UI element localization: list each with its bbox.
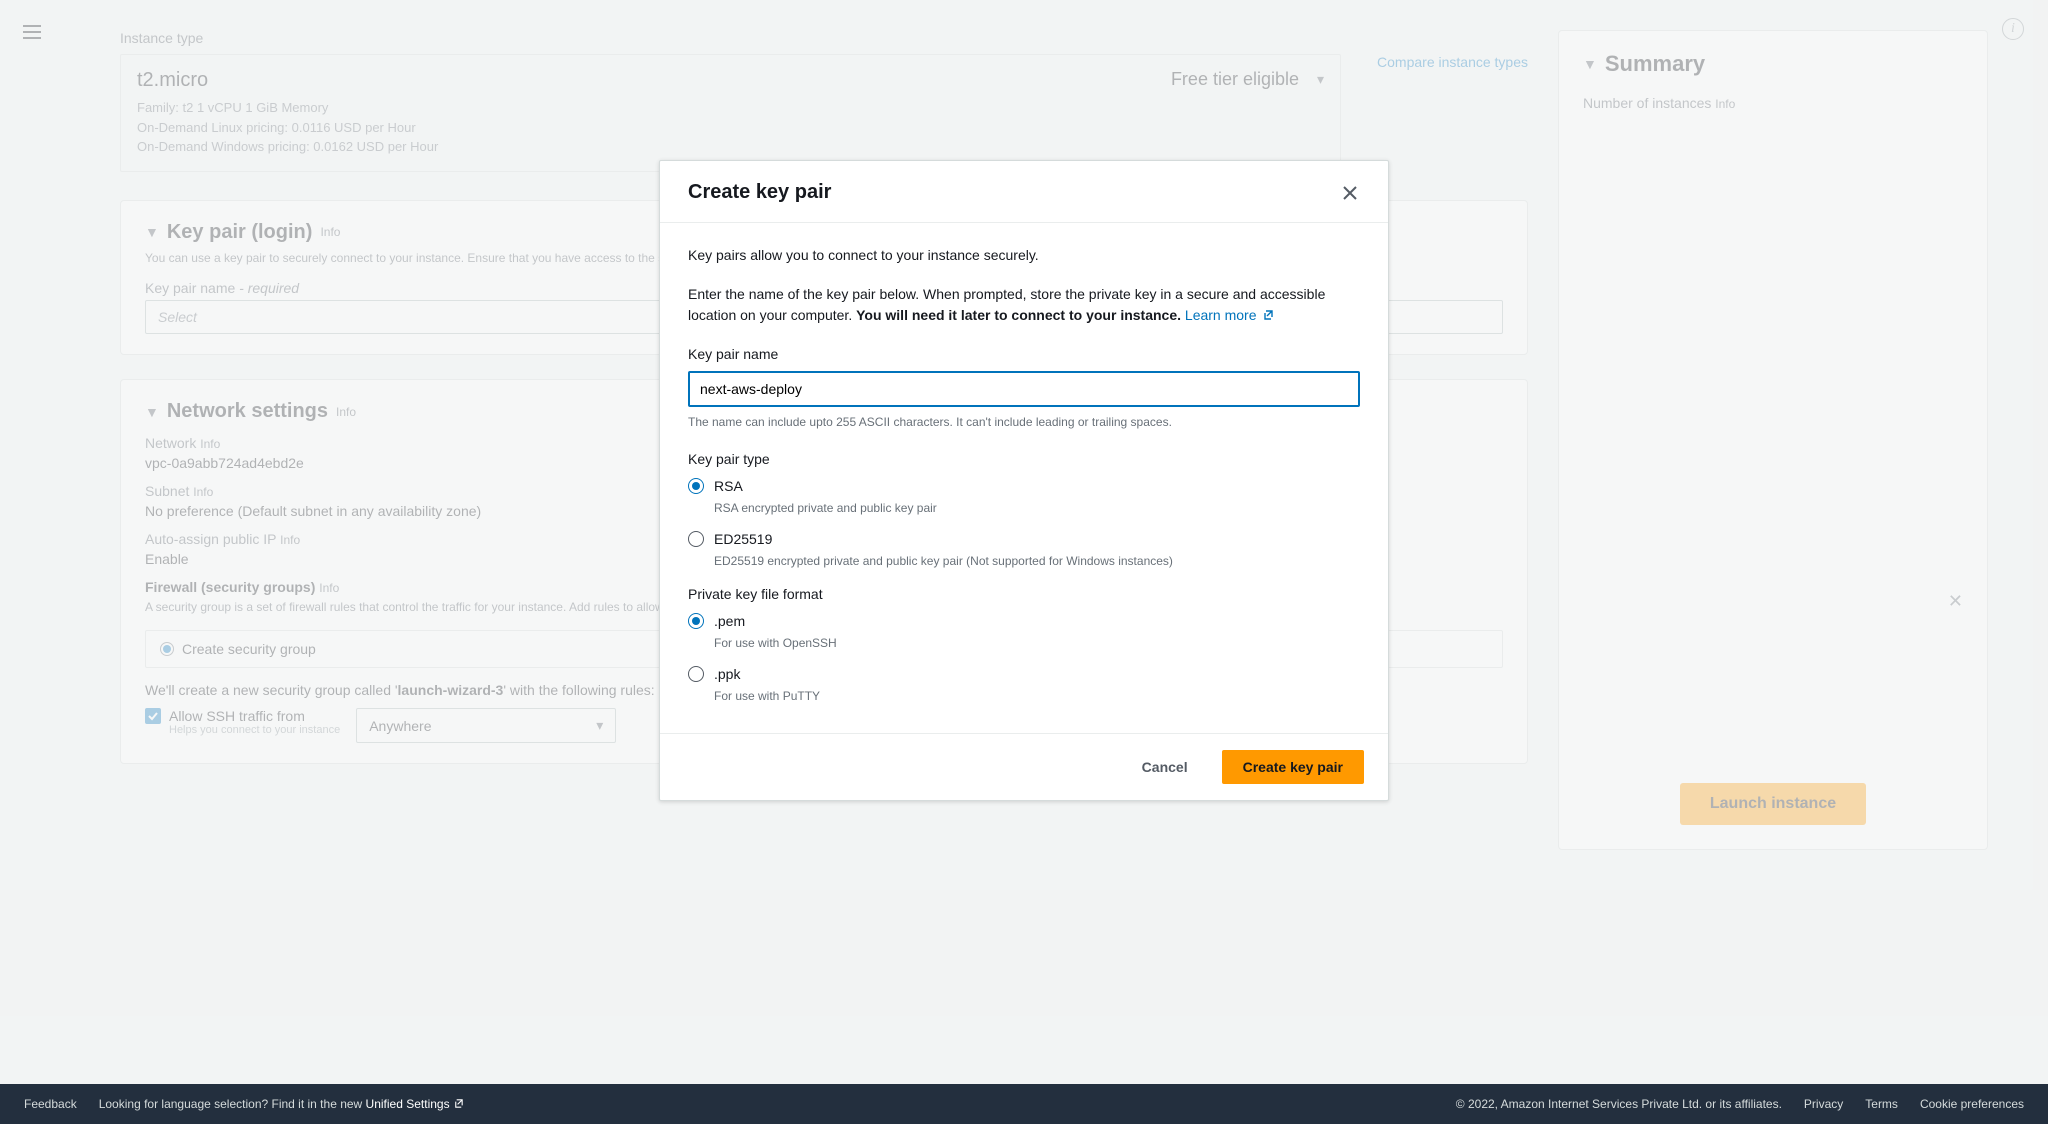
keypair-name-input[interactable] bbox=[688, 371, 1360, 407]
radio-icon bbox=[688, 478, 704, 494]
keypair-name-label: Key pair name bbox=[688, 344, 1360, 365]
radio-icon bbox=[688, 613, 704, 629]
learn-more-label: Learn more bbox=[1185, 307, 1257, 323]
keytype-rsa-radio[interactable]: RSA RSA encrypted private and public key… bbox=[688, 476, 1360, 517]
external-link-icon bbox=[453, 1098, 464, 1109]
key-format-label: Private key file format bbox=[688, 584, 1360, 605]
unified-settings-label: Unified Settings bbox=[366, 1097, 450, 1111]
unified-settings-link[interactable]: Unified Settings bbox=[366, 1097, 464, 1111]
lang-text: Looking for language selection? Find it … bbox=[99, 1097, 366, 1111]
rsa-label: RSA bbox=[714, 476, 937, 497]
ed-desc: ED25519 encrypted private and public key… bbox=[714, 552, 1173, 570]
radio-icon bbox=[688, 531, 704, 547]
keypair-type-label: Key pair type bbox=[688, 449, 1360, 470]
keypair-name-hint: The name can include upto 255 ASCII char… bbox=[688, 413, 1360, 431]
ppk-label: .ppk bbox=[714, 664, 820, 685]
pem-desc: For use with OpenSSH bbox=[714, 634, 837, 652]
feedback-link[interactable]: Feedback bbox=[24, 1097, 77, 1111]
modal-close-button[interactable] bbox=[1340, 183, 1360, 203]
modal-body-bold: You will need it later to connect to you… bbox=[856, 307, 1181, 323]
create-keypair-modal: Create key pair Key pairs allow you to c… bbox=[659, 160, 1389, 801]
format-pem-radio[interactable]: .pem For use with OpenSSH bbox=[688, 611, 1360, 652]
terms-link[interactable]: Terms bbox=[1865, 1097, 1898, 1111]
rsa-desc: RSA encrypted private and public key pai… bbox=[714, 499, 937, 517]
keytype-ed25519-radio[interactable]: ED25519 ED25519 encrypted private and pu… bbox=[688, 529, 1360, 570]
radio-icon bbox=[688, 666, 704, 682]
external-link-icon bbox=[1262, 309, 1274, 321]
ppk-desc: For use with PuTTY bbox=[714, 687, 820, 705]
learn-more-link[interactable]: Learn more bbox=[1185, 307, 1274, 323]
footer-bar: Feedback Looking for language selection?… bbox=[0, 1084, 2048, 1124]
cookie-preferences-link[interactable]: Cookie preferences bbox=[1920, 1097, 2024, 1111]
create-keypair-button[interactable]: Create key pair bbox=[1222, 750, 1364, 784]
cancel-button[interactable]: Cancel bbox=[1122, 750, 1208, 784]
copyright-text: © 2022, Amazon Internet Services Private… bbox=[1456, 1097, 1782, 1111]
modal-intro: Key pairs allow you to connect to your i… bbox=[688, 245, 1360, 266]
modal-title: Create key pair bbox=[688, 181, 831, 204]
pem-label: .pem bbox=[714, 611, 837, 632]
format-ppk-radio[interactable]: .ppk For use with PuTTY bbox=[688, 664, 1360, 705]
privacy-link[interactable]: Privacy bbox=[1804, 1097, 1843, 1111]
close-icon bbox=[1340, 183, 1360, 203]
ed-label: ED25519 bbox=[714, 529, 1173, 550]
